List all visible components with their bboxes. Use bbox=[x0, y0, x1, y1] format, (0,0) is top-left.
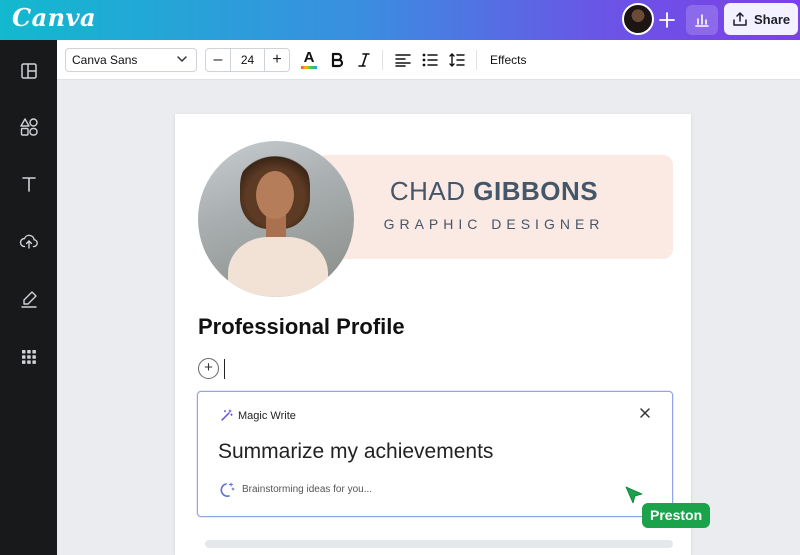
font-family-select[interactable]: Canva Sans bbox=[65, 48, 197, 72]
canva-logo[interactable]: Canva bbox=[12, 3, 96, 32]
collaborator-name-tag: Preston bbox=[642, 503, 711, 528]
increase-font-size-button[interactable]: + bbox=[265, 49, 289, 71]
add-collaborator-button[interactable] bbox=[654, 7, 680, 33]
photo-face-shape bbox=[256, 171, 294, 219]
design-page[interactable]: CHAD GIBBONS GRAPHIC DESIGNER Profession… bbox=[175, 114, 691, 555]
name-banner bbox=[315, 155, 673, 259]
plus-icon bbox=[659, 12, 675, 28]
bold-icon bbox=[331, 52, 344, 68]
bullet-list-icon bbox=[422, 53, 438, 67]
upload-cloud-icon[interactable] bbox=[18, 230, 40, 252]
text-color-button[interactable]: A bbox=[299, 50, 319, 70]
layout-icon[interactable] bbox=[18, 60, 40, 82]
top-header: Canva Share bbox=[0, 0, 800, 40]
text-icon[interactable] bbox=[18, 173, 40, 195]
magic-write-status: Brainstorming ideas for you... bbox=[220, 481, 372, 497]
effects-button[interactable]: Effects bbox=[490, 53, 526, 67]
collaborator-cursor-icon bbox=[625, 486, 643, 504]
text-caret bbox=[224, 359, 225, 379]
share-label: Share bbox=[754, 11, 791, 27]
draw-icon[interactable] bbox=[18, 288, 40, 310]
decrease-font-size-button[interactable]: – bbox=[206, 49, 230, 71]
magic-write-title: Magic Write bbox=[238, 409, 296, 422]
designer-role[interactable]: GRAPHIC DESIGNER bbox=[315, 216, 673, 232]
status-text: Brainstorming ideas for you... bbox=[242, 483, 373, 495]
share-upload-icon bbox=[733, 12, 747, 26]
line-spacing-button[interactable] bbox=[447, 50, 467, 70]
line-spacing-icon bbox=[449, 53, 465, 67]
italic-button[interactable] bbox=[354, 50, 374, 70]
text-color-icon: A bbox=[303, 49, 315, 66]
close-icon bbox=[640, 408, 650, 418]
user-avatar[interactable] bbox=[622, 3, 654, 35]
font-size-input[interactable]: 24 bbox=[230, 49, 265, 71]
text-toolbar: Canva Sans – 24 + A Effects bbox=[57, 40, 800, 80]
magic-write-prompt[interactable]: Summarize my achievements bbox=[218, 440, 493, 464]
color-swatch-bar bbox=[301, 66, 317, 69]
apps-grid-icon[interactable] bbox=[18, 346, 40, 368]
section-title[interactable]: Professional Profile bbox=[198, 314, 405, 340]
elements-icon[interactable] bbox=[18, 116, 40, 138]
loading-spinner-icon bbox=[220, 482, 235, 497]
name-last: GIBBONS bbox=[473, 176, 599, 206]
insights-button[interactable] bbox=[686, 5, 718, 35]
align-left-button[interactable] bbox=[393, 50, 413, 70]
magic-write-header: Magic Write bbox=[220, 409, 296, 422]
bar-chart-icon bbox=[695, 14, 709, 27]
bold-button[interactable] bbox=[327, 50, 347, 70]
toolbar-divider bbox=[382, 50, 383, 70]
toolbar-divider bbox=[476, 50, 477, 70]
left-sidebar bbox=[0, 40, 57, 555]
chevron-down-icon bbox=[177, 56, 187, 63]
share-button[interactable]: Share bbox=[724, 3, 798, 35]
name-first: CHAD bbox=[389, 176, 474, 206]
bullet-list-button[interactable] bbox=[420, 50, 440, 70]
add-element-button[interactable]: + bbox=[198, 358, 219, 379]
magic-wand-icon bbox=[221, 409, 233, 421]
font-family-value: Canva Sans bbox=[72, 53, 138, 67]
close-button[interactable] bbox=[638, 406, 652, 420]
placeholder-text-line bbox=[205, 540, 673, 548]
photo-body-shape bbox=[228, 237, 328, 297]
italic-icon bbox=[358, 53, 370, 67]
designer-name[interactable]: CHAD GIBBONS bbox=[315, 176, 673, 207]
font-size-stepper: – 24 + bbox=[205, 48, 290, 72]
magic-write-panel: Magic Write Summarize my achievements Br… bbox=[197, 391, 673, 517]
align-left-icon bbox=[395, 54, 411, 67]
